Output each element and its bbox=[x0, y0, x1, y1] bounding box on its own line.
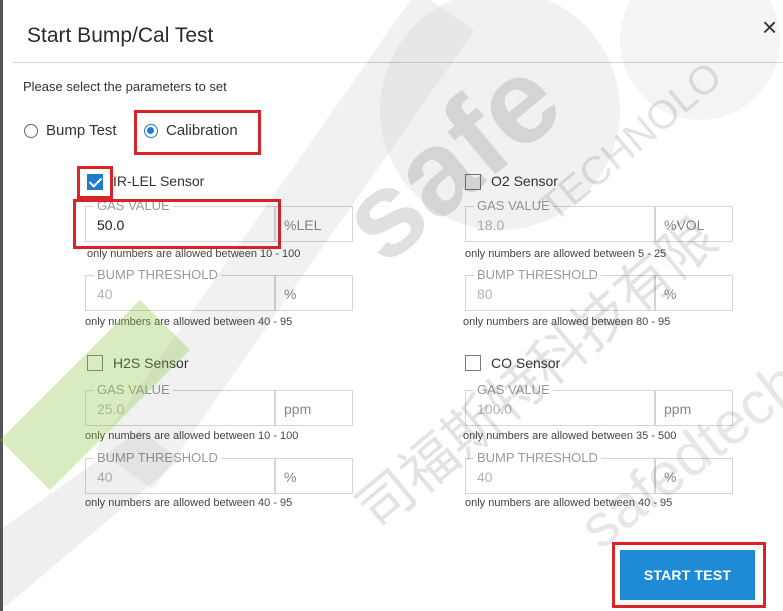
start-test-button[interactable]: START TEST bbox=[620, 550, 755, 600]
h2s-gas-value-legend: GAS VALUE bbox=[94, 382, 173, 397]
ir-lel-gas-value-field[interactable]: GAS VALUE 50.0 bbox=[85, 198, 275, 242]
o2-gas-value-field[interactable]: GAS VALUE 18.0 bbox=[465, 198, 655, 242]
o2-bump-threshold-legend: BUMP THRESHOLD bbox=[474, 267, 601, 282]
ir-lel-gas-unit-label: %LEL bbox=[284, 217, 322, 233]
close-icon[interactable]: × bbox=[762, 14, 777, 40]
ir-lel-gas-unit: %LEL bbox=[275, 206, 353, 242]
title-divider bbox=[12, 62, 783, 63]
co-gas-hint: only numbers are allowed between 35 - 50… bbox=[463, 430, 677, 442]
radio-calibration-indicator[interactable] bbox=[144, 123, 158, 138]
h2s-bump-hint: only numbers are allowed between 40 - 95 bbox=[85, 497, 293, 509]
co-sensor-checkbox[interactable] bbox=[465, 355, 481, 371]
o2-gas-value-input[interactable]: 18.0 bbox=[477, 217, 504, 233]
ir-lel-bump-threshold-input[interactable]: 40 bbox=[97, 286, 113, 302]
window-edge bbox=[0, 0, 3, 611]
ir-lel-gas-value-input[interactable]: 50.0 bbox=[97, 217, 124, 233]
ir-lel-sensor-label: IR-LEL Sensor bbox=[113, 173, 205, 189]
o2-gas-hint: only numbers are allowed between 5 - 25 bbox=[465, 248, 667, 260]
o2-bump-unit: % bbox=[655, 275, 733, 311]
o2-bump-hint: only numbers are allowed between 80 - 95 bbox=[463, 316, 671, 328]
co-gas-unit-label: ppm bbox=[664, 401, 692, 417]
co-bump-unit: % bbox=[655, 458, 733, 494]
h2s-sensor-label: H2S Sensor bbox=[113, 355, 189, 371]
h2s-gas-unit: ppm bbox=[275, 390, 353, 426]
h2s-gas-hint: only numbers are allowed between 10 - 10… bbox=[85, 430, 299, 442]
ir-lel-bump-unit-label: % bbox=[284, 286, 297, 302]
o2-gas-unit-label: %VOL bbox=[664, 217, 705, 233]
o2-bump-unit-label: % bbox=[664, 286, 677, 302]
co-bump-hint: only numbers are allowed between 40 - 95 bbox=[465, 497, 673, 509]
o2-bump-threshold-field[interactable]: BUMP THRESHOLD 80 bbox=[465, 267, 655, 311]
h2s-bump-threshold-legend: BUMP THRESHOLD bbox=[94, 450, 221, 465]
ir-lel-bump-unit: % bbox=[275, 275, 353, 311]
watermark-en-text: TECHNOLO bbox=[531, 53, 731, 231]
ir-lel-gas-hint: only numbers are allowed between 10 - 10… bbox=[87, 248, 301, 260]
co-gas-value-legend: GAS VALUE bbox=[474, 382, 553, 397]
h2s-bump-threshold-input[interactable]: 40 bbox=[97, 469, 113, 485]
ir-lel-bump-threshold-legend: BUMP THRESHOLD bbox=[94, 267, 221, 282]
o2-gas-value-legend: GAS VALUE bbox=[474, 198, 553, 213]
h2s-gas-unit-label: ppm bbox=[284, 401, 312, 417]
co-sensor-label: CO Sensor bbox=[491, 355, 561, 371]
o2-sensor-checkbox[interactable] bbox=[465, 174, 481, 190]
o2-sensor-label: O2 Sensor bbox=[491, 173, 558, 189]
radio-calibration-label: Calibration bbox=[166, 122, 238, 139]
ir-lel-bump-hint: only numbers are allowed between 40 - 95 bbox=[85, 316, 293, 328]
ir-lel-bump-threshold-field[interactable]: BUMP THRESHOLD 40 bbox=[85, 267, 275, 311]
co-bump-threshold-field[interactable]: BUMP THRESHOLD 40 bbox=[465, 450, 655, 494]
co-gas-unit: ppm bbox=[655, 390, 733, 426]
h2s-gas-value-field[interactable]: GAS VALUE 25.0 bbox=[85, 382, 275, 426]
h2s-bump-unit: % bbox=[275, 458, 353, 494]
dialog-title: Start Bump/Cal Test bbox=[27, 24, 214, 47]
co-bump-unit-label: % bbox=[664, 469, 677, 485]
radio-calibration[interactable]: Calibration bbox=[144, 122, 238, 139]
ir-lel-sensor-checkbox[interactable] bbox=[87, 174, 103, 190]
radio-bump-test-indicator[interactable] bbox=[24, 123, 38, 138]
radio-bump-test-label: Bump Test bbox=[46, 122, 117, 139]
o2-gas-unit: %VOL bbox=[655, 206, 733, 242]
h2s-gas-value-input[interactable]: 25.0 bbox=[97, 401, 124, 417]
o2-bump-threshold-input[interactable]: 80 bbox=[477, 286, 493, 302]
ir-lel-gas-value-legend: GAS VALUE bbox=[94, 198, 173, 213]
h2s-bump-unit-label: % bbox=[284, 469, 297, 485]
radio-bump-test[interactable]: Bump Test bbox=[24, 122, 117, 139]
co-bump-threshold-input[interactable]: 40 bbox=[477, 469, 493, 485]
h2s-sensor-checkbox[interactable] bbox=[87, 355, 103, 371]
start-bump-cal-dialog: Start Bump/Cal Test × Please select the … bbox=[0, 0, 783, 611]
co-gas-value-field[interactable]: GAS VALUE 100.0 bbox=[465, 382, 655, 426]
instructions-text: Please select the parameters to set bbox=[23, 79, 227, 94]
co-bump-threshold-legend: BUMP THRESHOLD bbox=[474, 450, 601, 465]
h2s-bump-threshold-field[interactable]: BUMP THRESHOLD 40 bbox=[85, 450, 275, 494]
co-gas-value-input[interactable]: 100.0 bbox=[477, 401, 512, 417]
